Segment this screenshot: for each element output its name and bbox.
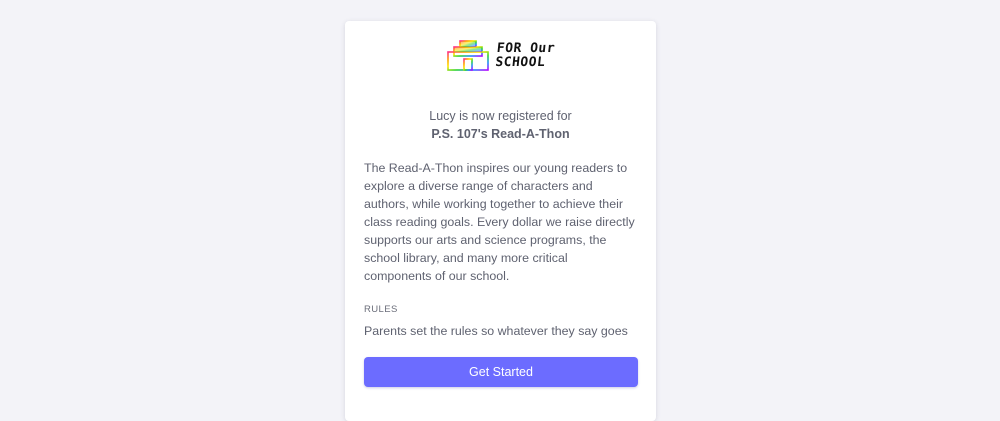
event-description: The Read-A-Thon inspires our young reade… <box>364 161 635 283</box>
logo-line-2: SCHOOL <box>494 55 547 70</box>
event-name: P.S. 107's Read-A-Thon <box>431 127 570 141</box>
rainbow-school-building-icon <box>446 40 490 72</box>
registration-card: FOR Our SCHOOL Lucy is now registered fo… <box>345 21 656 421</box>
rules-text: Parents set the rules so whatever they s… <box>364 324 628 338</box>
logo-text: FOR Our SCHOOL <box>494 41 557 70</box>
rules-heading: RULES <box>364 304 398 315</box>
get-started-button[interactable]: Get Started <box>364 357 638 387</box>
logo: FOR Our SCHOOL <box>364 40 637 72</box>
registration-message: Lucy is now registered for <box>429 109 572 123</box>
logo-line-1: FOR Our <box>496 41 557 56</box>
